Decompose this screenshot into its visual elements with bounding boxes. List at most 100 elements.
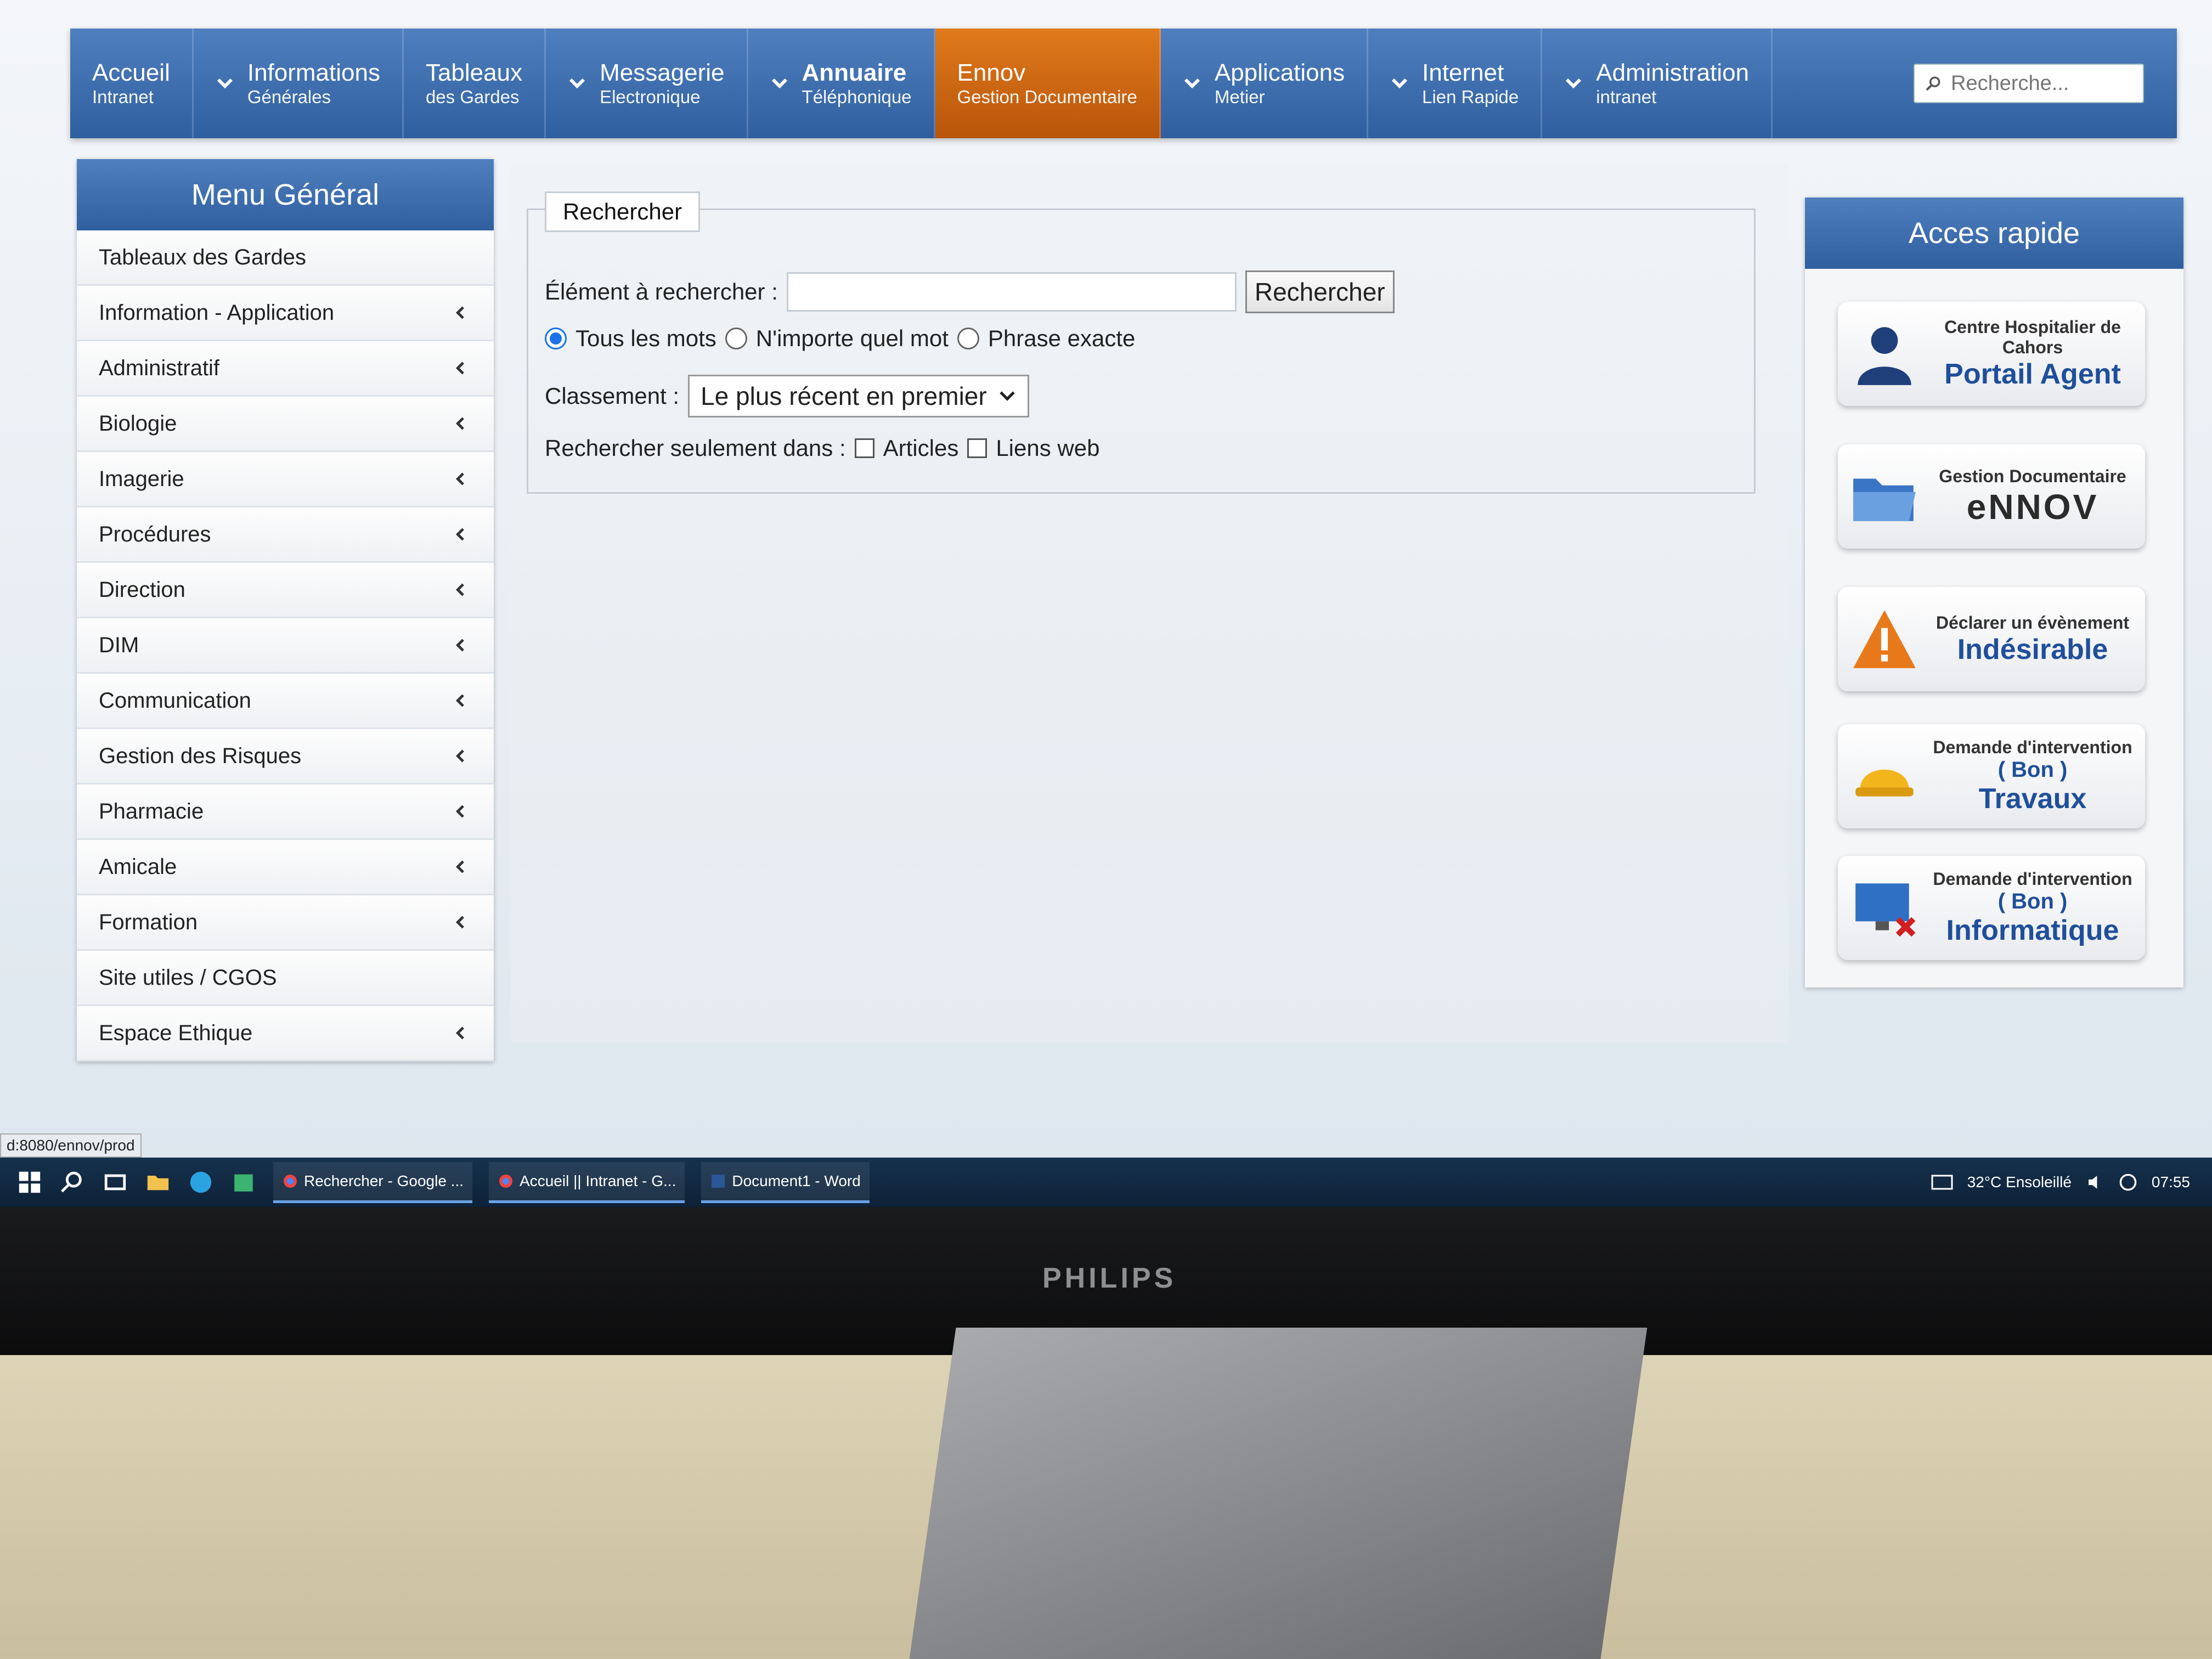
sidebar-item-tableaux-gardes[interactable]: Tableaux des Gardes bbox=[77, 230, 494, 286]
nav-item-accueil[interactable]: Accueil Intranet bbox=[70, 29, 194, 138]
sidebar-item-gestion-risques[interactable]: Gestion des Risques bbox=[77, 729, 494, 785]
nav-item-administration[interactable]: Administration intranet bbox=[1542, 29, 1773, 138]
radio-phrase-exacte[interactable] bbox=[957, 328, 979, 349]
sidebar-item-administratif[interactable]: Administratif bbox=[77, 341, 494, 397]
taskbar-app-chrome-intranet[interactable]: Accueil || Intranet - G... bbox=[489, 1161, 685, 1203]
sidebar-item-dim[interactable]: DIM bbox=[77, 618, 494, 674]
chevron-down-icon bbox=[1566, 78, 1582, 89]
sidebar-item-label: Administratif bbox=[99, 356, 220, 380]
sidebar-item-label: Information - Application bbox=[99, 300, 335, 325]
only-in-label: Rechercher seulement dans : bbox=[545, 435, 846, 461]
system-tray: 32°C Ensoleillé 07:55 bbox=[1931, 1173, 2190, 1192]
checkbox-liens-web[interactable] bbox=[967, 438, 988, 458]
search-icon[interactable] bbox=[59, 1169, 86, 1195]
sidebar-item-espace-ethique[interactable]: Espace Ethique bbox=[77, 1006, 494, 1062]
windows-taskbar: Rechercher - Google ... Accueil || Intra… bbox=[0, 1158, 2212, 1207]
chevron-left-icon bbox=[455, 417, 464, 430]
sidebar-item-direction[interactable]: Direction bbox=[77, 563, 494, 618]
nav-sub-label: intranet bbox=[1596, 87, 1657, 108]
chevron-left-icon bbox=[455, 805, 464, 818]
file-explorer-icon[interactable] bbox=[145, 1169, 171, 1195]
nav-item-tableaux[interactable]: Tableaux des Gardes bbox=[404, 29, 546, 138]
sidebar-item-imagerie[interactable]: Imagerie bbox=[77, 452, 494, 507]
nav-sub-label: des Gardes bbox=[425, 87, 520, 108]
quick-card-travaux[interactable]: Demande d'intervention ( Bon ) Travaux bbox=[1838, 724, 2145, 828]
quick-card-indesirable[interactable]: Déclarer un évènement Indésirable bbox=[1838, 587, 2145, 691]
chevron-left-icon bbox=[455, 639, 464, 652]
taskbar-clock[interactable]: 07:55 bbox=[2152, 1173, 2190, 1191]
nav-search-box bbox=[1914, 64, 2144, 103]
nav-item-annuaire[interactable]: Annuaire Téléphonique bbox=[748, 29, 935, 138]
nav-main-label: Ennov bbox=[957, 59, 1026, 86]
store-icon[interactable] bbox=[230, 1169, 257, 1195]
sidebar-item-communication[interactable]: Communication bbox=[77, 674, 494, 729]
radio-label: Phrase exacte bbox=[988, 325, 1136, 351]
quick-card-ennov[interactable]: Gestion Documentaire eNNOV bbox=[1838, 444, 2145, 549]
chevron-left-icon bbox=[455, 749, 464, 763]
nav-sub-label: Gestion Documentaire bbox=[957, 87, 1137, 108]
search-fieldset: Rechercher Élément à rechercher : Recher… bbox=[527, 191, 1756, 494]
sidebar-item-biologie[interactable]: Biologie bbox=[77, 397, 494, 452]
quick-card-bon: ( Bon ) bbox=[1997, 758, 2068, 782]
quick-access-panel: Acces rapide Centre Hospitalier de Cahor… bbox=[1805, 198, 2183, 988]
search-submit-button[interactable]: Rechercher bbox=[1245, 270, 1395, 313]
chevron-left-icon bbox=[455, 583, 464, 596]
quick-card-subtitle: Centre Hospitalier de Cahors bbox=[1944, 317, 2121, 357]
volume-icon[interactable] bbox=[2086, 1173, 2104, 1192]
sort-select[interactable]: Le plus récent en premier bbox=[688, 375, 1029, 417]
taskbar-app-label: Accueil || Intranet - G... bbox=[520, 1172, 676, 1189]
taskbar-app-chrome-google[interactable]: Rechercher - Google ... bbox=[273, 1161, 473, 1203]
search-mode-row: Tous les mots N'importe quel mot Phrase … bbox=[545, 325, 1135, 352]
checkbox-label: Articles bbox=[883, 435, 959, 461]
top-navigation: Accueil Intranet Informations Générales … bbox=[70, 29, 2177, 138]
radio-tous-les-mots[interactable] bbox=[545, 328, 567, 349]
nav-main-label: Messagerie bbox=[600, 59, 725, 86]
quick-card-informatique[interactable]: Demande d'intervention ( Bon ) Informati… bbox=[1838, 856, 2145, 960]
sidebar-item-pharmacie[interactable]: Pharmacie bbox=[77, 785, 494, 840]
search-icon[interactable] bbox=[1925, 71, 1942, 95]
taskbar-app-word[interactable]: Document1 - Word bbox=[701, 1161, 870, 1203]
chevron-left-icon bbox=[455, 1026, 464, 1040]
sidebar-item-formation[interactable]: Formation bbox=[77, 895, 494, 951]
chevron-down-icon bbox=[1000, 391, 1015, 401]
quick-card-portail-agent[interactable]: Centre Hospitalier de Cahors Portail Age… bbox=[1838, 302, 2145, 406]
chevron-left-icon bbox=[455, 472, 464, 486]
chrome-icon bbox=[499, 1174, 513, 1188]
sidebar-item-label: Direction bbox=[99, 577, 185, 602]
chevron-left-icon bbox=[455, 528, 464, 541]
chevron-down-icon bbox=[1184, 78, 1200, 89]
sidebar-item-label: Espace Ethique bbox=[99, 1020, 253, 1045]
sort-selected-value: Le plus récent en premier bbox=[701, 382, 987, 410]
network-icon[interactable] bbox=[2119, 1173, 2137, 1192]
weather-icon[interactable] bbox=[1931, 1174, 1953, 1190]
sidebar-item-label: Biologie bbox=[99, 411, 177, 436]
nav-item-messagerie[interactable]: Messagerie Electronique bbox=[546, 29, 748, 138]
radio-nimporte-quel-mot[interactable] bbox=[725, 328, 747, 349]
nav-item-ennov[interactable]: Ennov Gestion Documentaire bbox=[935, 29, 1161, 138]
checkbox-articles[interactable] bbox=[854, 438, 874, 458]
edge-icon[interactable] bbox=[188, 1169, 214, 1195]
checkbox-label: Liens web bbox=[996, 435, 1100, 461]
sidebar-item-procedures[interactable]: Procédures bbox=[77, 507, 494, 563]
weather-text: 32°C Ensoleillé bbox=[1967, 1173, 2072, 1190]
nav-sub-label: Téléphonique bbox=[802, 87, 912, 108]
nav-sub-label: Générales bbox=[247, 87, 331, 108]
search-element-input[interactable] bbox=[786, 272, 1237, 312]
nav-item-applications[interactable]: Applications Metier bbox=[1161, 29, 1369, 138]
task-view-icon[interactable] bbox=[102, 1169, 128, 1195]
quick-card-subtitle: Gestion Documentaire bbox=[1939, 466, 2126, 486]
nav-item-internet[interactable]: Internet Lien Rapide bbox=[1368, 29, 1543, 138]
radio-label: Tous les mots bbox=[575, 325, 716, 351]
sidebar-item-site-utiles[interactable]: Site utiles / CGOS bbox=[77, 951, 494, 1006]
windows-start-icon[interactable] bbox=[16, 1169, 43, 1195]
nav-item-informations[interactable]: Informations Générales bbox=[194, 29, 404, 138]
sidebar-item-information-application[interactable]: Information - Application bbox=[77, 286, 494, 341]
chevron-left-icon bbox=[455, 694, 464, 707]
nav-search-input[interactable] bbox=[1950, 71, 2133, 96]
sidebar-item-amicale[interactable]: Amicale bbox=[77, 840, 494, 895]
chevron-down-icon bbox=[569, 78, 585, 89]
search-element-label: Élément à rechercher : bbox=[545, 279, 778, 304]
monitor-brand-logo: PHILIPS bbox=[1042, 1262, 1177, 1294]
sidebar-item-label: Amicale bbox=[99, 854, 177, 879]
sidebar-item-label: Site utiles / CGOS bbox=[99, 965, 277, 990]
